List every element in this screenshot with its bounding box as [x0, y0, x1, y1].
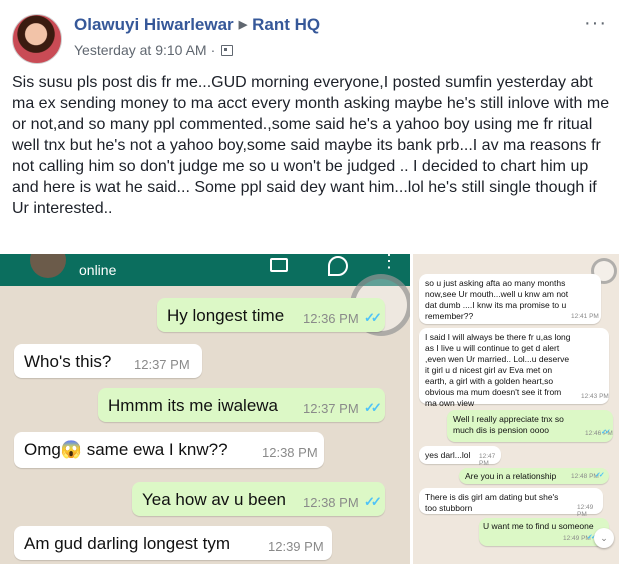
chat-screenshot-left: online ⋮ Hy longest time 12:36 PM ✓✓ Who…	[0, 254, 410, 564]
message-text: Well I really appreciate tnx so much dis…	[453, 414, 564, 435]
read-receipt-icon: ✓✓	[364, 310, 382, 325]
read-receipt-icon: ✓✓	[595, 472, 605, 479]
author-name-link[interactable]: Olawuyi Hiwarlewar	[74, 15, 234, 34]
message-time: 12:43 PM	[581, 393, 609, 400]
message-bubble: Yea how av u been 12:38 PM ✓✓	[132, 482, 385, 516]
menu-icon: ⋮	[380, 254, 398, 271]
message-bubble: Hmmm its me iwalewa 12:37 PM ✓✓	[98, 388, 385, 422]
post-meta: Yesterday at 9:10 AM ·	[74, 42, 234, 58]
message-bubble: There is dis girl am dating but she's to…	[419, 488, 603, 518]
message-text: Are you in a relationship	[465, 471, 557, 481]
members-group-icon[interactable]	[221, 45, 234, 56]
message-text: There is dis girl am dating but she's to…	[425, 492, 559, 513]
message-text: yes darl...lol	[425, 450, 471, 460]
message-time: 12:39 PM	[268, 539, 324, 554]
message-bubble: Who's this? 12:37 PM	[14, 344, 202, 378]
contact-avatar	[30, 254, 66, 278]
chat-screenshot-right: so u just asking afta ao many months now…	[413, 254, 619, 564]
message-time: 12:38 PM	[262, 445, 318, 460]
message-text: Am gud darling longest tym	[24, 534, 230, 553]
read-receipt-icon: ✓✓	[364, 400, 382, 415]
scroll-down-icon[interactable]: ⌄	[594, 528, 614, 548]
message-bubble: so u just asking afta ao many months now…	[419, 274, 601, 324]
message-time: 12:36 PM	[303, 311, 359, 326]
arrow-right-icon: ▶	[238, 19, 248, 31]
message-text: Yea how av u been	[142, 490, 286, 509]
read-receipt-icon: ✓✓	[601, 429, 611, 436]
message-text: so u just asking afta ao many months now…	[425, 278, 569, 321]
message-bubble: I said I will always be there fr u,as lo…	[419, 328, 609, 408]
video-call-icon	[270, 258, 288, 272]
message-text: Hy longest time	[167, 306, 285, 325]
message-bubble: Well I really appreciate tnx so much dis…	[447, 410, 613, 442]
message-time: 12:47 PM	[479, 453, 496, 467]
message-text: Hmmm its me iwalewa	[108, 396, 279, 415]
message-time: 12:41 PM	[571, 313, 599, 320]
author-avatar[interactable]	[12, 14, 62, 64]
message-time: 12:38 PM	[303, 495, 359, 510]
post-text: Sis susu pls post dis fr me...GUD mornin…	[12, 74, 610, 217]
message-time: 12:49 PM	[577, 504, 594, 518]
message-bubble: Hy longest time 12:36 PM ✓✓	[157, 298, 385, 332]
message-time: 12:37 PM	[303, 401, 359, 416]
post-timestamp-link[interactable]: Yesterday at 9:10 AM	[74, 42, 207, 58]
message-text: Omg😱 same ewa I knw??	[24, 440, 228, 459]
read-receipt-icon: ✓✓	[364, 494, 382, 509]
group-name-link[interactable]: Rant HQ	[252, 15, 320, 34]
author-line: Olawuyi Hiwarlewar ▶ Rant HQ	[74, 15, 320, 35]
more-options-icon[interactable]: ···	[584, 12, 607, 35]
voice-call-icon	[328, 256, 348, 276]
message-text: Who's this?	[24, 352, 112, 371]
chat-header: online ⋮	[0, 254, 410, 286]
message-text: I said I will always be there fr u,as lo…	[425, 332, 571, 408]
message-bubble: Am gud darling longest tym 12:39 PM	[14, 526, 332, 560]
message-bubble: yes darl...lol 12:47 PM	[419, 446, 501, 467]
message-bubble: Are you in a relationship 12:48 PM ✓✓	[459, 468, 609, 484]
message-time: 12:37 PM	[134, 357, 190, 372]
meta-separator: ·	[210, 42, 216, 58]
message-bubble: Omg😱 same ewa I knw?? 12:38 PM	[14, 432, 324, 468]
message-text: U want me to find u someone	[483, 521, 594, 531]
post-header: Olawuyi Hiwarlewar ▶ Rant HQ Yesterday at …	[0, 0, 619, 64]
message-bubble: U want me to find u someone 12:49 PM ✓✓	[479, 518, 609, 546]
contact-status: online	[79, 262, 117, 278]
